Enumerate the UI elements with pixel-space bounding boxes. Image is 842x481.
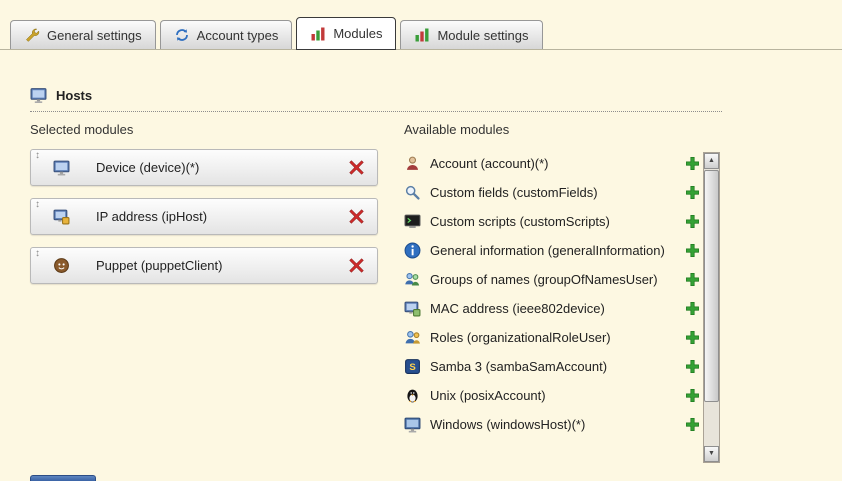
groups-icon [404, 271, 421, 288]
scroll-up-button[interactable]: ▲ [704, 153, 719, 169]
modules-chart-icon [414, 27, 430, 43]
selected-module-label: Puppet (puppetClient) [96, 258, 222, 273]
selected-module-row-ip-address[interactable]: ↕ IP address (ipHost) [30, 198, 378, 235]
available-modules-column: Available modules Account (account)(*) C… [404, 122, 700, 461]
monitor-icon [30, 86, 47, 104]
available-module-row-mac-address: MAC address (ieee802device) [404, 294, 700, 323]
available-module-label: MAC address (ieee802device) [430, 301, 666, 317]
available-module-label: Custom scripts (customScripts) [430, 214, 666, 230]
unix-icon [404, 387, 421, 404]
remove-module-button[interactable] [348, 159, 365, 176]
available-module-row-groups-of-names: Groups of names (groupOfNamesUser) [404, 265, 700, 294]
tab-bar: General settings Account types Modules M… [0, 17, 842, 50]
tab-module-settings[interactable]: Module settings [400, 20, 542, 49]
add-module-button[interactable] [685, 417, 700, 432]
selected-module-label: IP address (ipHost) [96, 209, 207, 224]
add-module-button[interactable] [685, 272, 700, 287]
add-module-button[interactable] [685, 388, 700, 403]
tab-label: General settings [47, 28, 142, 43]
add-module-button[interactable] [685, 301, 700, 316]
samba-icon: S [404, 358, 421, 375]
tab-label: Account types [197, 28, 279, 43]
ip-address-icon [53, 208, 70, 225]
modules-chart-icon [310, 26, 326, 42]
add-module-button[interactable] [685, 156, 700, 171]
info-icon [404, 242, 421, 259]
drag-handle-icon[interactable]: ↕ [35, 200, 40, 210]
partial-bottom-button[interactable] [30, 475, 96, 481]
available-module-row-general-information: General information (generalInformation) [404, 236, 700, 265]
remove-module-button[interactable] [348, 257, 365, 274]
available-module-row-unix: Unix (posixAccount) [404, 381, 700, 410]
available-module-label: Custom fields (customFields) [430, 185, 666, 201]
add-module-button[interactable] [685, 185, 700, 200]
sync-icon [174, 27, 190, 43]
tab-label: Modules [333, 26, 382, 41]
selected-module-row-puppet[interactable]: ↕ Puppet (puppetClient) [30, 247, 378, 284]
tab-general-settings[interactable]: General settings [10, 20, 156, 49]
available-module-row-custom-fields: Custom fields (customFields) [404, 178, 700, 207]
available-module-row-roles: Roles (organizationalRoleUser) [404, 323, 700, 352]
puppet-icon [53, 257, 70, 274]
tab-account-types[interactable]: Account types [160, 20, 293, 49]
available-module-row-custom-scripts: Custom scripts (customScripts) [404, 207, 700, 236]
section-heading: Hosts [30, 86, 722, 112]
scroll-down-button[interactable]: ▼ [704, 446, 719, 462]
section-title: Hosts [56, 88, 92, 103]
remove-module-button[interactable] [348, 208, 365, 225]
custom-fields-icon [404, 184, 421, 201]
selected-module-row-device[interactable]: ↕ Device (device)(*) [30, 149, 378, 186]
svg-text:S: S [409, 362, 415, 373]
available-module-label: Account (account)(*) [430, 156, 666, 172]
scroll-thumb[interactable] [704, 170, 719, 402]
available-module-label: Unix (posixAccount) [430, 388, 666, 404]
add-module-button[interactable] [685, 330, 700, 345]
windows-icon [404, 416, 421, 433]
selected-modules-header: Selected modules [30, 122, 378, 137]
available-module-label: Samba 3 (sambaSamAccount) [430, 359, 666, 375]
selected-module-label: Device (device)(*) [96, 160, 199, 175]
mac-address-icon [404, 300, 421, 317]
available-module-row-account: Account (account)(*) [404, 149, 700, 178]
add-module-button[interactable] [685, 214, 700, 229]
add-module-button[interactable] [685, 243, 700, 258]
account-icon [404, 155, 421, 172]
available-module-label: Groups of names (groupOfNamesUser) [430, 272, 666, 288]
available-module-label: General information (generalInformation) [430, 243, 666, 259]
available-module-label: Roles (organizationalRoleUser) [430, 330, 666, 346]
drag-handle-icon[interactable]: ↕ [35, 151, 40, 161]
wrench-icon [24, 27, 40, 43]
roles-icon [404, 329, 421, 346]
device-icon [53, 159, 70, 176]
tab-modules[interactable]: Modules [296, 17, 396, 50]
custom-scripts-icon [404, 213, 421, 230]
tab-label: Module settings [437, 28, 528, 43]
add-module-button[interactable] [685, 359, 700, 374]
available-module-label: Windows (windowsHost)(*) [430, 417, 666, 433]
selected-modules-column: Selected modules ↕ Device (device)(*) ↕ … [30, 122, 378, 284]
scrollbar[interactable]: ▲ ▼ [703, 152, 720, 463]
available-module-row-windows: Windows (windowsHost)(*) [404, 410, 700, 439]
available-modules-header: Available modules [404, 122, 700, 137]
drag-handle-icon[interactable]: ↕ [35, 249, 40, 259]
available-module-row-samba3: S Samba 3 (sambaSamAccount) [404, 352, 700, 381]
available-modules-list: Account (account)(*) Custom fields (cust… [404, 149, 700, 461]
